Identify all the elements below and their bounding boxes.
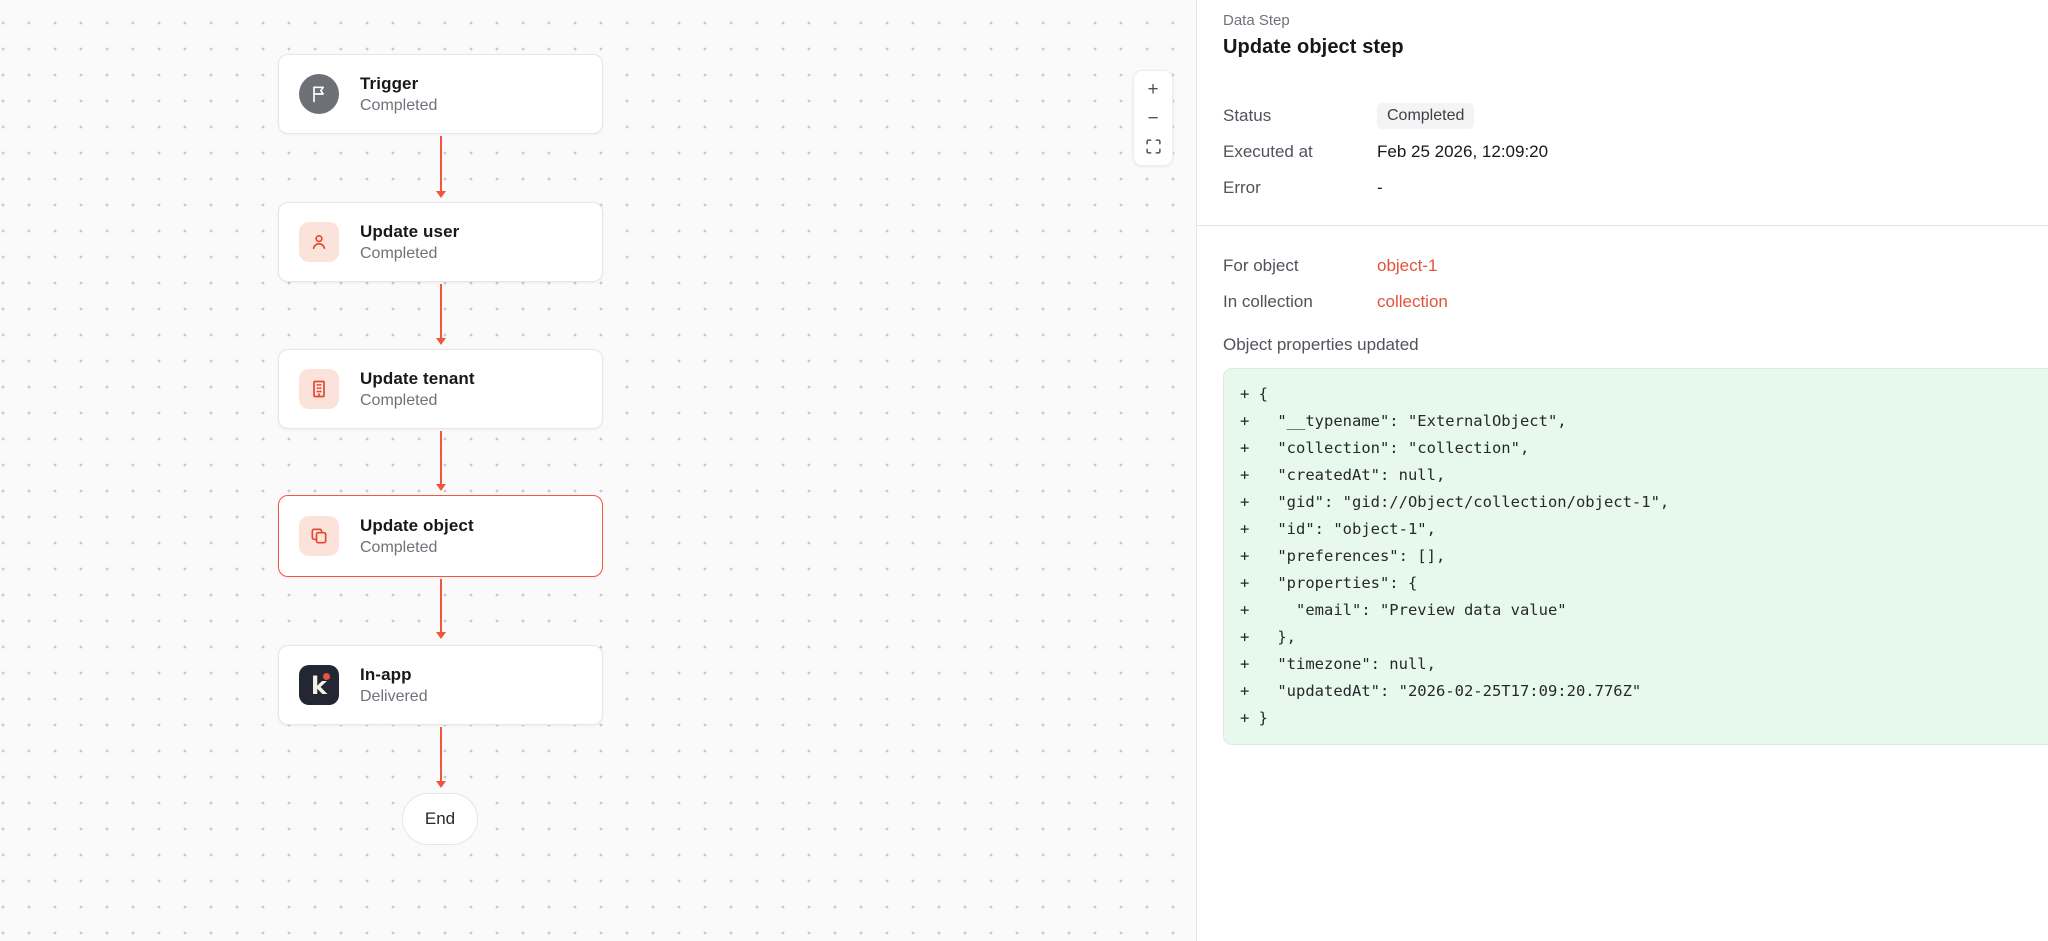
- panel-title: Update object step: [1223, 36, 2048, 59]
- flow-arrow: [435, 284, 446, 345]
- plus-icon: +: [1147, 80, 1158, 99]
- flow-arrow: [435, 579, 446, 639]
- status-badge: Completed: [1377, 103, 1474, 129]
- code-line: + "updatedAt": "2026-02-25T17:09:20.776Z…: [1240, 678, 2048, 705]
- flow-arrow: [435, 727, 446, 788]
- end-label: End: [425, 809, 455, 829]
- workflow-end-node: End: [402, 793, 478, 845]
- collection-link[interactable]: collection: [1377, 292, 1448, 312]
- workflow-node-in-app[interactable]: k In-app Delivered: [278, 645, 603, 725]
- node-status: Completed: [360, 97, 437, 115]
- knock-dot: [323, 673, 330, 680]
- code-line: + }: [1240, 705, 2048, 732]
- executed-at-label: Executed at: [1223, 142, 1377, 162]
- error-value: -: [1377, 178, 1383, 198]
- executed-at-value: Feb 25 2026, 12:09:20: [1377, 142, 1548, 162]
- code-line: + "createdAt": null,: [1240, 462, 2048, 489]
- error-label: Error: [1223, 178, 1377, 198]
- code-block-lines: + {+ "__typename": "ExternalObject",+ "c…: [1240, 381, 2048, 732]
- executed-at-row: Executed at Feb 25 2026, 12:09:20: [1223, 137, 2048, 167]
- zoom-out-button[interactable]: −: [1134, 104, 1172, 133]
- node-status: Completed: [360, 539, 474, 557]
- for-object-row: For object object-1: [1223, 251, 2048, 281]
- step-type-label: Data Step: [1223, 12, 2048, 29]
- node-status: Delivered: [360, 688, 428, 706]
- node-title: Update tenant: [360, 369, 475, 389]
- object-link[interactable]: object-1: [1377, 256, 1437, 276]
- for-object-label: For object: [1223, 256, 1377, 276]
- workflow-node-trigger[interactable]: Trigger Completed: [278, 54, 603, 134]
- node-title: Update user: [360, 222, 459, 242]
- zoom-in-button[interactable]: +: [1134, 75, 1172, 104]
- code-line: + "gid": "gid://Object/collection/object…: [1240, 489, 2048, 516]
- code-line: + "id": "object-1",: [1240, 516, 2048, 543]
- workflow-node-update-user[interactable]: Update user Completed: [278, 202, 603, 282]
- object-properties-label: Object properties updated: [1223, 330, 2048, 360]
- fit-view-button[interactable]: [1134, 132, 1172, 161]
- step-detail-panel: Data Step Update object step Status Comp…: [1196, 0, 2048, 941]
- copy-icon: [299, 516, 339, 556]
- in-collection-row: In collection collection: [1223, 287, 2048, 317]
- fit-view-icon: [1145, 138, 1162, 155]
- node-title: Trigger: [360, 74, 437, 94]
- code-line: + "timezone": null,: [1240, 651, 2048, 678]
- code-line: + "collection": "collection",: [1240, 435, 2048, 462]
- status-label: Status: [1223, 106, 1377, 126]
- building-icon: [299, 369, 339, 409]
- in-collection-label: In collection: [1223, 292, 1377, 312]
- node-title: Update object: [360, 516, 474, 536]
- user-icon: [299, 222, 339, 262]
- code-line: + {: [1240, 381, 2048, 408]
- flow-arrow: [435, 431, 446, 491]
- object-properties-diff: + {+ "__typename": "ExternalObject",+ "c…: [1223, 368, 2048, 745]
- code-line: + "email": "Preview data value": [1240, 597, 2048, 624]
- code-line: + },: [1240, 624, 2048, 651]
- flag-icon: [299, 74, 339, 114]
- panel-divider: [1197, 225, 2048, 226]
- code-line: + "__typename": "ExternalObject",: [1240, 408, 2048, 435]
- knock-logo: k: [299, 665, 339, 705]
- node-status: Completed: [360, 392, 475, 410]
- code-line: + "properties": {: [1240, 570, 2048, 597]
- workflow-node-update-object[interactable]: Update object Completed: [278, 495, 603, 577]
- workflow-canvas[interactable]: Trigger Completed Update user Completed: [0, 0, 1196, 941]
- minus-icon: −: [1147, 109, 1158, 128]
- node-status: Completed: [360, 245, 459, 263]
- status-row: Status Completed: [1223, 101, 2048, 131]
- node-title: In-app: [360, 665, 428, 685]
- flow-arrow: [435, 136, 446, 198]
- workflow-node-update-tenant[interactable]: Update tenant Completed: [278, 349, 603, 429]
- error-row: Error -: [1223, 173, 2048, 203]
- canvas-zoom-controls: + −: [1133, 70, 1173, 166]
- code-line: + "preferences": [],: [1240, 543, 2048, 570]
